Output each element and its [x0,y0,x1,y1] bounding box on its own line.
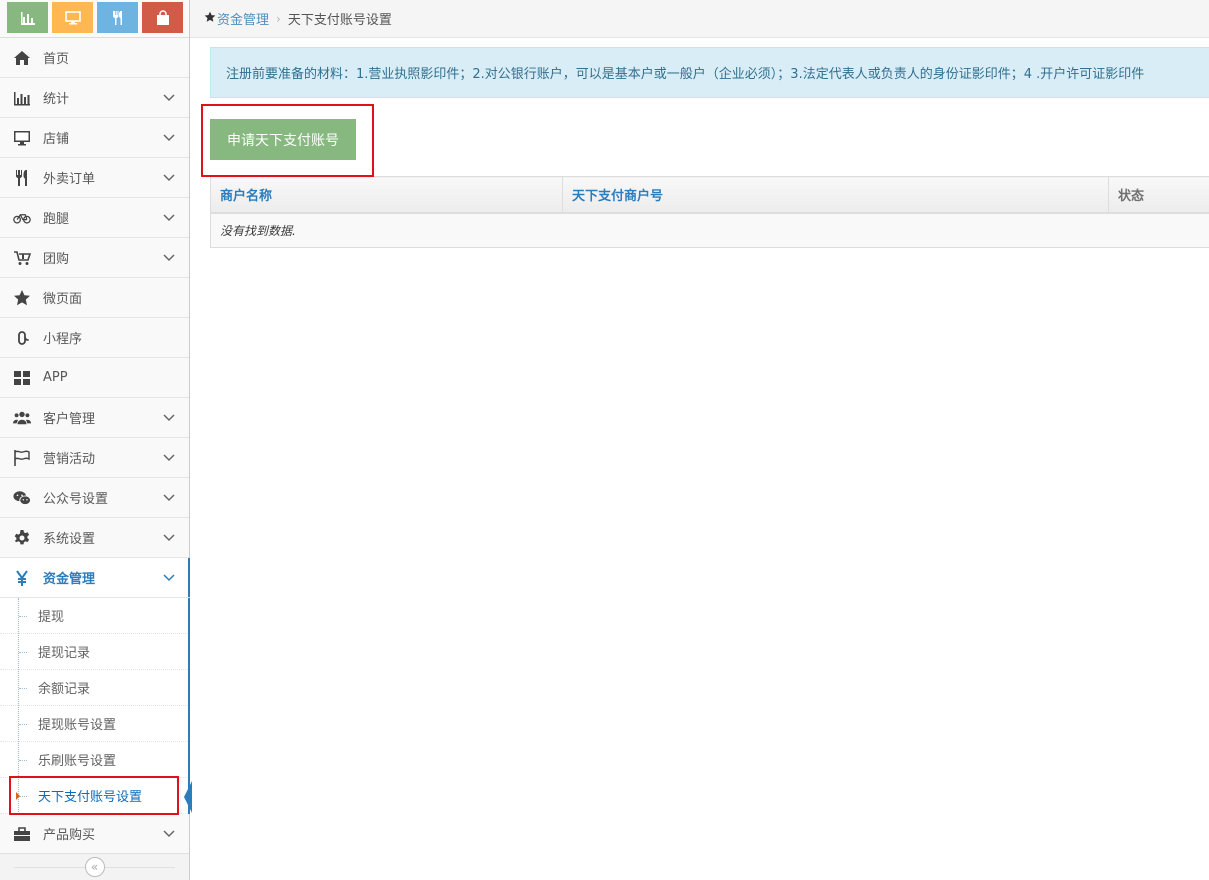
bar-chart-icon [14,91,30,105]
sidebar-item-label: 团购 [43,252,70,267]
star-icon [14,289,30,305]
submenu-item-withdraw-account[interactable]: 提现账号设置 [0,706,188,742]
sidebar-item-marketing[interactable]: 营销活动 [0,438,189,478]
sidebar-item-label: 产品购买 [43,828,96,843]
shortcut-food-button[interactable] [97,2,138,33]
sidebar-item-label: 客户管理 [43,412,96,427]
sidebar: 首页 统计 店铺 外卖订单 跑腿 团购 微页面 小程序 APP 客户管理 营销活… [0,0,192,880]
bicycle-icon [13,213,31,224]
sidebar-item-label: 外卖订单 [43,172,96,187]
sidebar-item-errand[interactable]: 跑腿 [0,198,189,238]
apply-account-button[interactable]: 申请天下支付账号 [210,119,356,160]
sidebar-item-customers[interactable]: 客户管理 [0,398,189,438]
chevron-down-icon [163,453,175,461]
info-alert: 注册前要准备的材料：1.营业执照影印件；2.对公银行账户，可以是基本户或一般户（… [210,47,1209,98]
briefcase-icon [14,826,30,841]
sidebar-item-label: 公众号设置 [43,492,109,507]
home-icon [14,50,30,65]
chevron-down-icon [163,93,175,101]
star-icon [204,11,216,22]
sidebar-nav: 首页 统计 店铺 外卖订单 跑腿 团购 微页面 小程序 APP 客户管理 营销活… [0,38,190,598]
sidebar-nav-bottom: 产品购买 [0,814,189,854]
table-row: 没有找到数据. [210,212,1209,248]
sidebar-item-app[interactable]: APP [0,358,189,398]
funds-submenu: 提现 提现记录 余额记录 提现账号设置 乐刷账号设置 天下支付账号设置 [0,598,190,814]
desktop-icon [14,130,30,145]
submenu-item-withdraw-records[interactable]: 提现记录 [0,634,188,670]
submenu-item-balance-records[interactable]: 余额记录 [0,670,188,706]
sidebar-item-label: 首页 [43,52,70,67]
grid-icon [14,370,30,385]
shopping-bag-icon [156,9,169,25]
sidebar-item-mini-program[interactable]: 小程序 [0,318,189,358]
cart-icon [14,250,31,265]
sidebar-item-label: 小程序 [43,332,83,347]
sidebar-item-product-purchase[interactable]: 产品购买 [0,814,189,854]
breadcrumb: 资金管理 › 天下支付账号设置 [190,0,1209,38]
chevron-down-icon [163,253,175,261]
sidebar-item-label: 系统设置 [43,532,96,547]
empty-table-message: 没有找到数据. [210,212,1209,248]
breadcrumb-parent-link[interactable]: 资金管理 [217,9,269,28]
submenu-item-withdraw[interactable]: 提现 [0,598,188,634]
breadcrumb-current: 天下支付账号设置 [287,13,392,28]
sidebar-item-label: 微页面 [43,292,83,307]
sidebar-item-label: 营销活动 [43,452,96,467]
gear-icon [14,529,30,544]
merchant-table: 商户名称 天下支付商户号 状态 没有找到数据. [210,176,1209,248]
sidebar-collapse-bar: « [0,853,189,880]
utensils-icon [112,10,122,25]
sidebar-item-store[interactable]: 店铺 [0,118,189,158]
chevron-down-icon [163,533,175,541]
sidebar-item-funds[interactable]: 资金管理 [0,558,190,598]
table-header-row: 商户名称 天下支付商户号 状态 [210,176,1209,214]
link-icon [18,330,29,345]
column-header-status: 状态 [1108,176,1209,214]
sidebar-item-micro-page[interactable]: 微页面 [0,278,189,318]
cutlery-icon [16,169,27,186]
chevron-down-icon [163,413,175,421]
sidebar-item-wechat[interactable]: 公众号设置 [0,478,189,518]
shortcut-monitor-button[interactable] [52,2,93,33]
chevron-down-icon [163,493,175,501]
column-header-merchant-name[interactable]: 商户名称 [210,176,563,214]
chevron-down-icon [163,829,175,837]
sidebar-item-takeout-orders[interactable]: 外卖订单 [0,158,189,198]
main-content: 资金管理 › 天下支付账号设置 注册前要准备的材料：1.营业执照影印件；2.对公… [190,0,1209,880]
chevron-down-icon [163,133,175,141]
users-icon [13,411,31,424]
sidebar-item-group-buy[interactable]: 团购 [0,238,189,278]
sidebar-item-label: 资金管理 [43,572,96,587]
chart-icon [20,11,35,25]
sidebar-item-home[interactable]: 首页 [0,38,189,78]
sidebar-item-label: 统计 [43,92,70,107]
shortcut-stats-button[interactable] [7,2,48,33]
sidebar-item-label: 店铺 [43,132,70,147]
chevron-down-icon [163,173,175,181]
flag-icon [14,449,30,466]
yen-icon [16,569,28,586]
monitor-icon [64,10,81,24]
chevron-down-icon [163,213,175,221]
sidebar-item-label: 跑腿 [43,212,70,227]
shortcut-shop-button[interactable] [142,2,183,33]
double-chevron-left-icon: « [90,860,99,874]
breadcrumb-separator-icon: › [276,11,281,26]
sidebar-item-system-settings[interactable]: 系统设置 [0,518,189,558]
wechat-icon [13,490,31,505]
alert-text: 注册前要准备的材料：1.营业执照影印件；2.对公银行账户，可以是基本户或一般户（… [226,67,1145,82]
sidebar-item-stats[interactable]: 统计 [0,78,189,118]
sidebar-item-label: APP [43,370,68,385]
chevron-down-icon [163,573,175,581]
shortcut-bar [0,0,189,38]
collapse-sidebar-button[interactable]: « [84,857,105,877]
submenu-item-leshua-account[interactable]: 乐刷账号设置 [0,742,188,778]
submenu-item-tianxia-account[interactable]: 天下支付账号设置 [0,778,188,814]
column-header-merchant-id[interactable]: 天下支付商户号 [562,176,1109,214]
